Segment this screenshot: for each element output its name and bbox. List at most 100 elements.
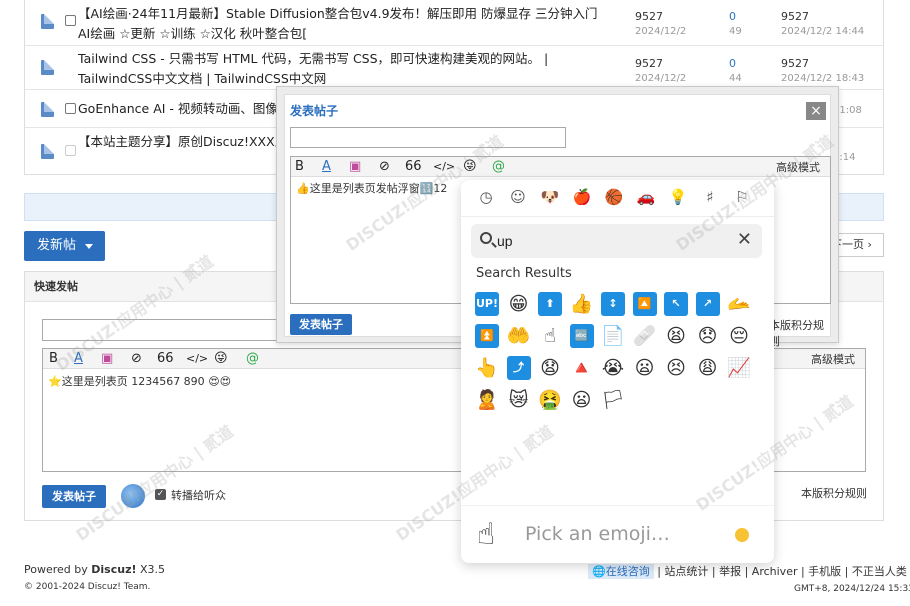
apple-icon[interactable]: 🍎	[571, 186, 593, 208]
footer-links: 🌐在线咨询 | 站点统计 | 举报 | Archiver | 手机版 | 不正当…	[588, 563, 907, 579]
close-icon[interactable]: ×	[806, 102, 826, 120]
emoji-option[interactable]: 📈	[727, 356, 751, 380]
search-icon	[480, 232, 492, 244]
emoji-option[interactable]: 👆	[475, 356, 499, 380]
bold-button[interactable]: B	[49, 351, 58, 367]
footer-copyright: © 2001-2024 Discuz! Team.	[24, 582, 151, 592]
modal-subject-input[interactable]	[290, 127, 566, 148]
thread-title[interactable]: GoEnhance AI - 视频转动画、图像增	[78, 99, 298, 119]
font-color-icon[interactable]: A	[322, 159, 331, 175]
emoji-search[interactable]: ✕	[471, 224, 762, 258]
symbols-icon[interactable]: ♯	[699, 186, 721, 208]
flag-icon[interactable]: ⚐	[731, 186, 753, 208]
image-icon[interactable]: ▣	[349, 159, 361, 175]
emoji-option[interactable]: 😿	[507, 388, 531, 412]
thread-author[interactable]: 9527 2024/12/2	[635, 56, 686, 86]
quote-button[interactable]: 66	[405, 159, 422, 175]
online-consult-link[interactable]: 🌐在线咨询	[588, 564, 654, 579]
emoji-option[interactable]: 🔼	[632, 292, 657, 316]
quick-submit-button[interactable]: 发表帖子	[42, 485, 106, 508]
version-label: X3.5	[140, 563, 166, 576]
emoji-option[interactable]: ⤴	[506, 356, 531, 380]
emoji-option[interactable]: 😦	[570, 388, 594, 412]
emoji-option[interactable]: 👍	[570, 292, 594, 316]
thread-checkbox[interactable]	[65, 145, 76, 156]
thread-title[interactable]: 【本站主题分享】原创Discuz!XXX三相	[78, 132, 303, 152]
emoji-option[interactable]: ☝	[538, 324, 562, 348]
divider	[461, 216, 774, 217]
footer-nav[interactable]: | 站点统计 | 举报 | Archiver | 手机版 | 不正当人类	[657, 565, 907, 578]
thread-author[interactable]: 9527 2024/12/2	[635, 9, 686, 39]
emoji-icon[interactable]: 😜	[214, 351, 228, 367]
emoji-option[interactable]: 🏳	[601, 388, 625, 412]
view-count: 44	[729, 73, 742, 84]
advanced-mode-link[interactable]: 高级模式	[776, 159, 820, 175]
emoji-option[interactable]: 🙎	[475, 388, 499, 412]
emoji-preview: ☝ Pick an emoji…	[461, 505, 774, 563]
smiley-icon[interactable]: ☺	[507, 186, 529, 208]
emoji-option[interactable]: 😧	[538, 356, 562, 380]
emoji-option[interactable]: ↖	[664, 292, 688, 316]
emoji-option[interactable]: 🔺	[570, 356, 594, 380]
code-button[interactable]: </>	[186, 351, 208, 367]
broadcast-icon	[121, 484, 145, 508]
emoji-option[interactable]: 😣	[664, 356, 688, 380]
modal-rules-link[interactable]: 本版积分规则	[769, 317, 830, 349]
emoji-option[interactable]: 🤮	[538, 388, 562, 412]
emoji-option[interactable]: UP!	[475, 292, 499, 316]
emoji-option[interactable]: 🔤	[569, 324, 594, 348]
thread-title[interactable]: 【AI绘画·24年11月最新】Stable Diffusion整合包v4.9发布…	[78, 4, 598, 44]
rules-link[interactable]: 本版积分规则	[801, 485, 867, 501]
emoji-option[interactable]: 😫	[664, 324, 688, 348]
animal-icon[interactable]: 🐶	[539, 186, 561, 208]
clear-icon[interactable]: ✕	[737, 229, 752, 250]
emoji-option[interactable]: 🫴	[727, 292, 751, 316]
emoji-option[interactable]: 😔	[727, 324, 751, 348]
emoji-option[interactable]: 😩	[696, 356, 720, 380]
car-icon[interactable]: 🚗	[635, 186, 657, 208]
skin-tone-button[interactable]	[735, 528, 749, 542]
emoji-option[interactable]: 😁	[507, 292, 531, 316]
link-icon[interactable]: ⊘	[131, 351, 142, 367]
thread-last-post[interactable]: 9527 2024/12/2 14:44	[781, 9, 864, 39]
emoji-option[interactable]: ⬆	[538, 292, 562, 316]
thumbs-up-icon: 👍	[296, 182, 310, 195]
author-name[interactable]: 9527	[635, 10, 663, 23]
code-button[interactable]: </>	[433, 159, 455, 175]
clock-icon[interactable]: ◷	[475, 186, 497, 208]
ball-icon[interactable]: 🏀	[603, 186, 625, 208]
link-icon[interactable]: ⊘	[379, 159, 390, 175]
font-color-icon[interactable]: A	[74, 351, 83, 367]
thread-checkbox[interactable]	[65, 15, 76, 26]
emoji-option[interactable]: 😭	[601, 356, 625, 380]
emoji-option[interactable]: ↕	[601, 292, 625, 316]
modal-editor-text: 这里是列表页发帖浮窗	[309, 182, 420, 195]
advanced-mode-link[interactable]: 高级模式	[811, 351, 855, 367]
emoji-search-input[interactable]	[497, 231, 717, 251]
at-button[interactable]: @	[246, 351, 259, 367]
thread-checkbox[interactable]	[65, 103, 76, 114]
author-name[interactable]: 9527	[635, 57, 663, 70]
bulb-icon[interactable]: 💡	[667, 186, 689, 208]
at-button[interactable]: @	[492, 159, 505, 175]
modal-submit-button[interactable]: 发表帖子	[290, 314, 352, 335]
image-icon[interactable]: ▣	[101, 351, 113, 367]
new-post-button[interactable]: 发新帖	[24, 231, 105, 261]
thread-replies: 0 49	[729, 9, 742, 39]
emoji-option[interactable]: ⏫	[475, 324, 499, 348]
broadcast-checkbox[interactable]: ✓	[155, 489, 166, 500]
emoji-icon[interactable]: 😜	[463, 159, 477, 175]
emoji-option[interactable]: 🤲	[507, 324, 531, 348]
emoji-option[interactable]: 😞	[696, 324, 720, 348]
last-user[interactable]: 9527	[781, 10, 809, 23]
emoji-option[interactable]: 📄	[601, 324, 625, 348]
brand-link[interactable]: Discuz!	[91, 563, 136, 576]
thread-title[interactable]: Tailwind CSS - 只需书写 HTML 代码，无需书写 CSS，即可快…	[78, 49, 598, 89]
last-user[interactable]: 9527	[781, 57, 809, 70]
thread-last-post[interactable]: 9527 2024/12/2 18:43	[781, 56, 864, 86]
quote-button[interactable]: 66	[157, 351, 174, 367]
emoji-option[interactable]: 🩹	[633, 324, 657, 348]
emoji-option[interactable]: 😦	[633, 356, 657, 380]
bold-button[interactable]: B	[295, 159, 304, 175]
emoji-option[interactable]: ↗	[695, 292, 720, 316]
